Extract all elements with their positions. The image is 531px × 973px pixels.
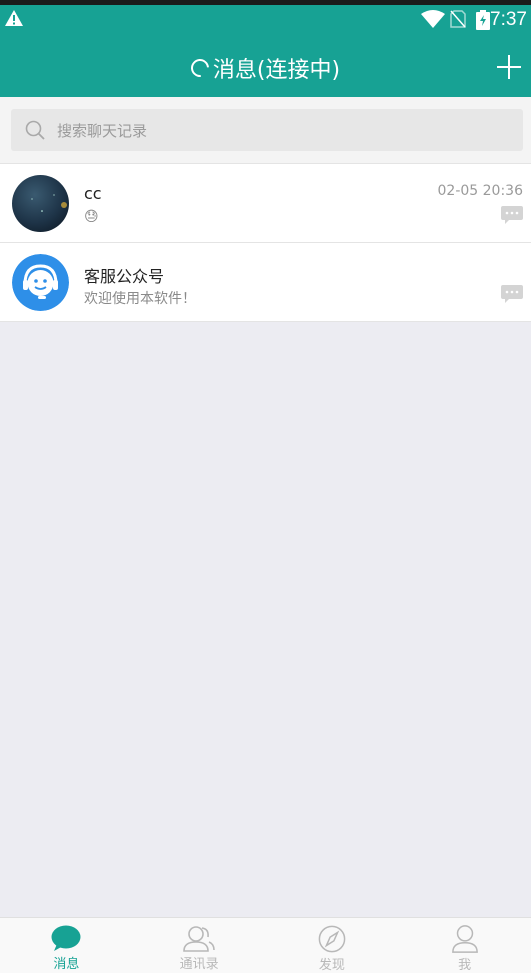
avatar: [12, 254, 69, 311]
conversation-name: 客服公众号: [84, 267, 165, 286]
night-sky-avatar-image: [12, 175, 69, 232]
status-time: 7:37: [490, 9, 527, 30]
tab-me[interactable]: 我: [398, 918, 531, 973]
search-input[interactable]: 搜索聊天记录: [11, 109, 523, 151]
chat-bubble-icon: [51, 925, 81, 951]
contacts-icon: [183, 926, 215, 952]
no-sim-icon: [450, 10, 466, 28]
tab-label: 消息: [53, 957, 80, 972]
add-button[interactable]: [495, 53, 523, 81]
status-bar: 7:37: [0, 0, 531, 38]
tab-contacts[interactable]: 通讯录: [133, 918, 266, 973]
battery-charging-icon: [476, 10, 490, 30]
status-bar-top-edge: [0, 0, 531, 5]
loading-spinner-icon: [187, 55, 213, 81]
page-title-text: 消息(连接中): [212, 58, 341, 83]
customer-service-icon: [12, 254, 69, 311]
warning-icon: [5, 10, 23, 26]
conversation-time: 02-05 20:36: [437, 183, 523, 199]
search-icon: [25, 120, 45, 140]
search-placeholder: 搜索聊天记录: [57, 122, 148, 140]
conversation-name: cc: [84, 184, 102, 203]
conversation-item[interactable]: 客服公众号 欢迎使用本软件！: [0, 243, 531, 322]
tab-label: 通讯录: [179, 957, 219, 972]
message-bubble-icon: [501, 285, 523, 303]
conversation-item[interactable]: cc 😓 02-05 20:36: [0, 163, 531, 243]
conversation-preview: 欢迎使用本软件！: [84, 291, 196, 307]
conversation-preview: 😓: [84, 209, 99, 225]
person-icon: [451, 925, 478, 953]
avatar: [12, 175, 69, 232]
tab-discover[interactable]: 发现: [266, 918, 399, 973]
app-bar: 消息(连接中): [0, 38, 531, 97]
tab-messages[interactable]: 消息: [0, 918, 133, 973]
compass-icon: [318, 925, 346, 953]
conversation-list: cc 😓 02-05 20:36 客服公众号 欢迎使用本软件！: [0, 163, 531, 322]
search-area: 搜索聊天记录: [0, 97, 531, 163]
message-bubble-icon: [501, 206, 523, 224]
tab-label: 我: [458, 958, 472, 973]
bottom-tab-bar: 消息 通讯录 发现 我: [0, 917, 531, 973]
wifi-icon: [421, 10, 445, 28]
tab-label: 发现: [318, 958, 345, 973]
page-title: 消息(连接中): [0, 52, 531, 84]
